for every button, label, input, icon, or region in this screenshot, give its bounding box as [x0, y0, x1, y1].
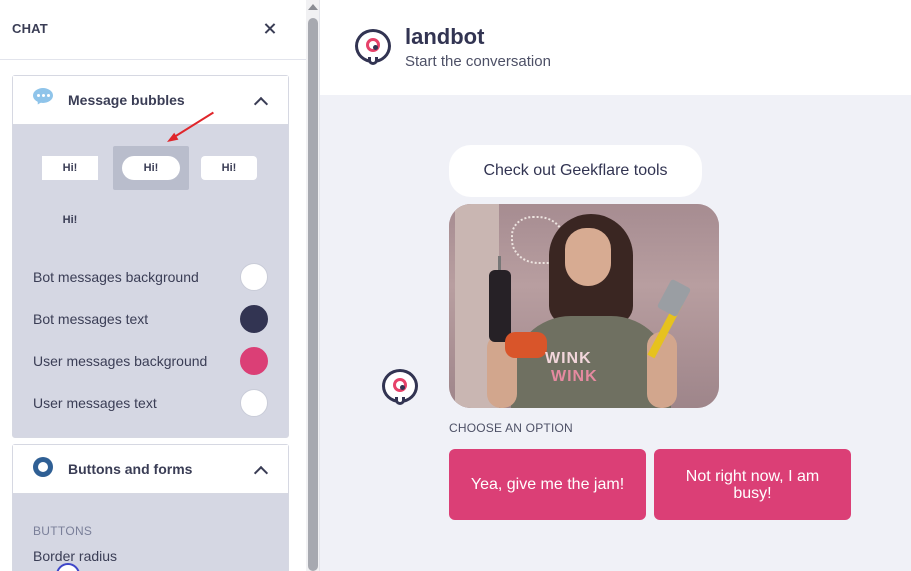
color-row-bot-text: Bot messages text — [33, 304, 273, 334]
bot-name: landbot — [405, 24, 485, 49]
reply-button-no[interactable]: Not right now, I am busy! — [654, 449, 851, 520]
color-swatch-user-text[interactable] — [240, 389, 268, 417]
color-row-user-text: User messages text — [33, 388, 273, 418]
message-bubbles-header[interactable]: Message bubbles — [13, 76, 288, 125]
color-swatch-bot-background[interactable] — [240, 263, 268, 291]
color-swatch-user-background[interactable] — [240, 347, 268, 375]
section-title: Buttons and forms — [68, 461, 193, 477]
gif-shirt-text: WINK — [551, 368, 598, 385]
scroll-up-arrow-icon[interactable] — [308, 4, 318, 10]
bot-gif-image: WINK WINK — [449, 204, 719, 408]
close-icon[interactable] — [261, 20, 279, 38]
buttons-subheading: BUTTONS — [33, 524, 93, 538]
chat-preview: landbot Start the conversation Check out… — [320, 0, 911, 571]
buttons-forms-header[interactable]: Buttons and forms — [13, 445, 288, 494]
chevron-up-icon[interactable] — [254, 95, 267, 108]
panel-title: CHAT — [12, 21, 48, 36]
bubble-shape-rounded[interactable]: Hi! — [122, 156, 180, 180]
chat-bubbles-icon — [33, 88, 53, 107]
settings-panel: CHAT Message bubbles Hi! Hi! Hi! Hi! Bot… — [0, 0, 306, 571]
border-radius-label: Border radius — [33, 548, 118, 564]
choose-option-label: CHOOSE AN OPTION — [449, 421, 573, 435]
color-row-user-background: User messages background — [33, 346, 273, 376]
color-row-bot-background: Bot messages background — [33, 262, 273, 292]
chat-subtitle: Start the conversation — [405, 53, 551, 70]
buttons-forms-section: Buttons and forms BUTTONS Border radius — [12, 444, 289, 571]
section-title: Message bubbles — [68, 92, 185, 108]
message-bubbles-section: Message bubbles Hi! Hi! Hi! Hi! Bot mess… — [12, 75, 289, 438]
bot-avatar-icon — [382, 369, 420, 407]
bubble-shape-none[interactable]: Hi! — [42, 208, 98, 232]
landbot-logo-icon — [355, 29, 393, 67]
chat-header: landbot Start the conversation — [320, 0, 911, 95]
reply-button-yes[interactable]: Yea, give me the jam! — [449, 449, 646, 520]
panel-header: CHAT — [0, 0, 306, 60]
color-label: Bot messages text — [33, 311, 149, 327]
scrollbar-thumb[interactable] — [308, 18, 318, 571]
bot-message-bubble: Check out Geekflare tools — [449, 145, 702, 197]
color-label: User messages background — [33, 353, 208, 369]
chevron-up-icon[interactable] — [254, 464, 267, 477]
border-radius-slider[interactable] — [56, 563, 80, 571]
bubble-shape-soft[interactable]: Hi! — [201, 156, 257, 180]
bubble-shape-square[interactable]: Hi! — [42, 156, 98, 180]
color-swatch-bot-text[interactable] — [240, 305, 268, 333]
color-label: User messages text — [33, 395, 157, 411]
radio-button-icon — [33, 457, 53, 477]
gif-shirt-text: WINK — [545, 350, 592, 367]
color-label: Bot messages background — [33, 269, 199, 285]
